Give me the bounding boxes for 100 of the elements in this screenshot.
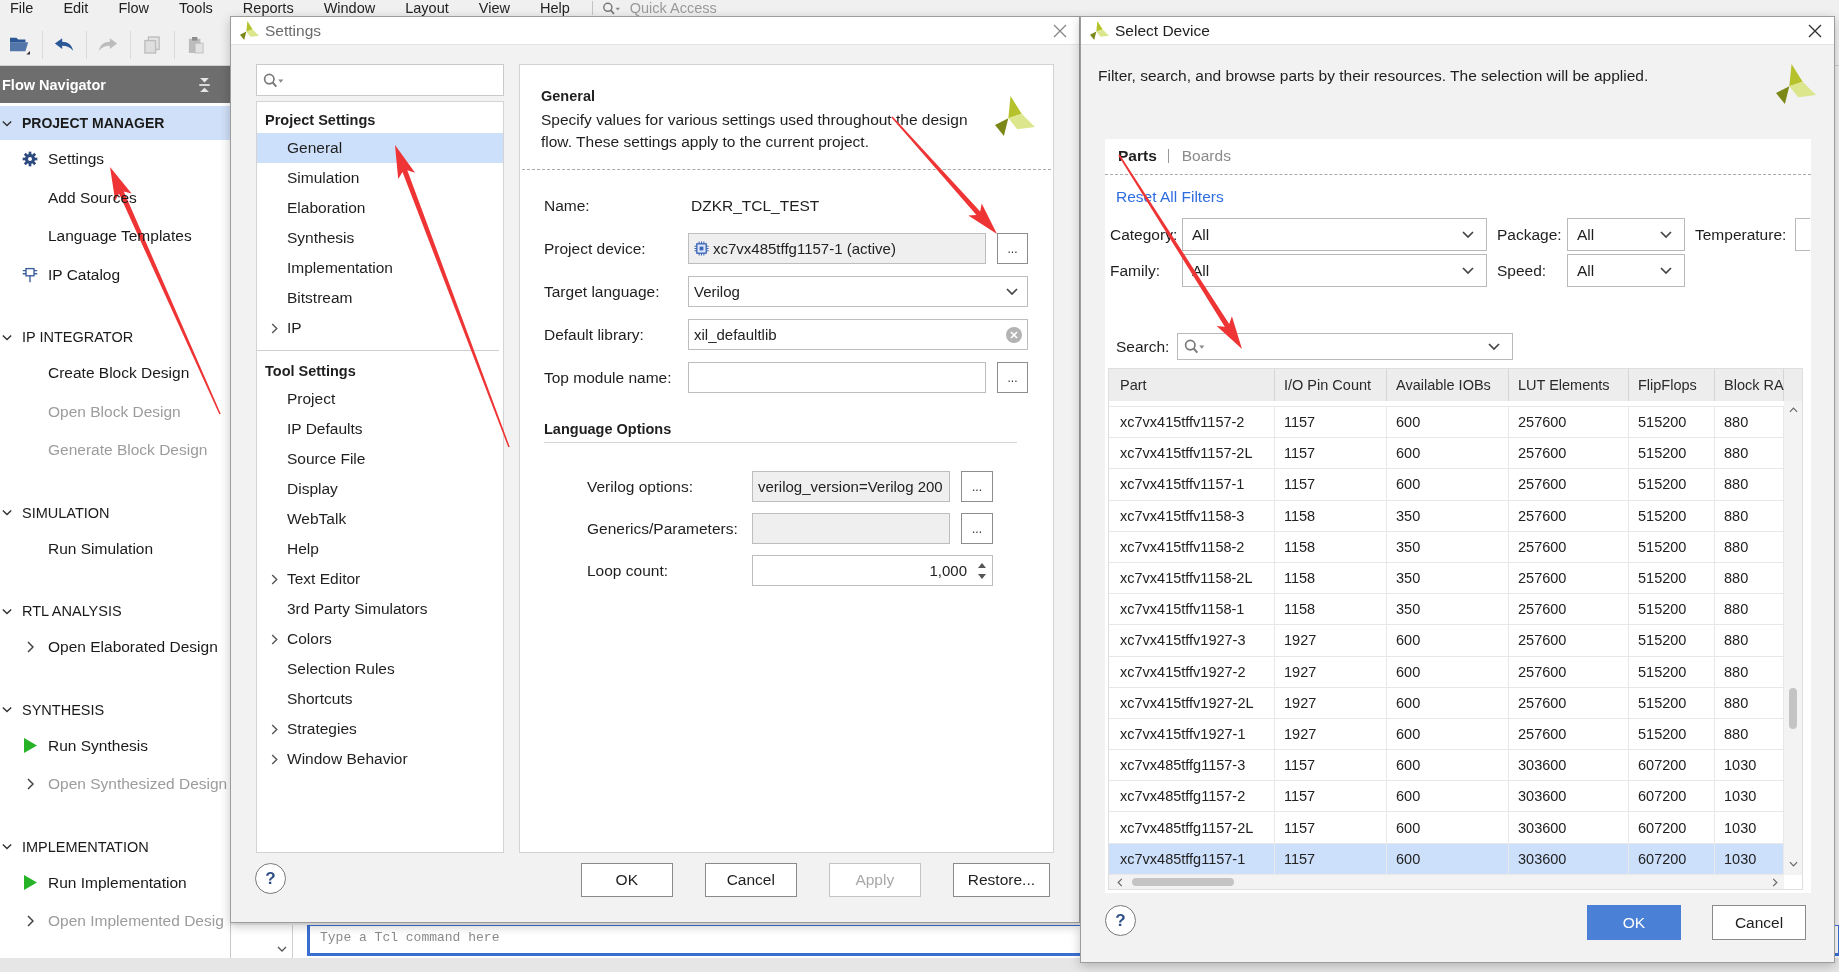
tree-item[interactable]: IP bbox=[257, 313, 503, 343]
clear-icon[interactable] bbox=[1006, 326, 1022, 343]
tree-item[interactable]: Colors bbox=[257, 624, 503, 654]
tree-item[interactable]: Text Editor bbox=[257, 564, 503, 594]
scroll-left-icon[interactable] bbox=[1117, 877, 1123, 887]
tree-item[interactable]: Help bbox=[257, 534, 503, 564]
menu-item[interactable]: Help bbox=[539, 0, 570, 16]
menu-item[interactable]: Layout bbox=[405, 0, 449, 16]
chevron-down-icon bbox=[1660, 267, 1672, 274]
undo-icon[interactable] bbox=[54, 37, 74, 52]
device-field[interactable]: xc7vx485tffg1157-1 (active) bbox=[688, 233, 986, 264]
text-field[interactable]: verilog_version=Verilog 200 bbox=[752, 471, 950, 502]
dropdown[interactable]: Verilog bbox=[688, 276, 1028, 307]
tree-item[interactable]: Selection Rules bbox=[257, 654, 503, 684]
tree-item[interactable]: Implementation bbox=[257, 253, 503, 283]
menu-item[interactable]: Window bbox=[323, 0, 376, 16]
search-field[interactable] bbox=[256, 64, 504, 96]
play-icon[interactable] bbox=[23, 875, 37, 891]
dropdown[interactable]: All bbox=[1182, 218, 1487, 251]
menu-item[interactable]: View bbox=[478, 0, 510, 16]
text-field[interactable] bbox=[688, 362, 986, 393]
table-row[interactable]: xc7vx485tffg1157-3 1157 600 303600 607200 1030 bbox=[1109, 750, 1784, 782]
tree-item[interactable]: General bbox=[257, 133, 503, 163]
menu-item[interactable]: Flow bbox=[118, 0, 149, 16]
nav-item[interactable]: Run Synthesis bbox=[0, 726, 230, 765]
scroll-up-icon[interactable] bbox=[1788, 407, 1798, 413]
tree-item[interactable]: Strategies bbox=[257, 714, 503, 744]
table-row[interactable]: xc7vx415tffv1157-2L 1157 600 257600 515200 880 bbox=[1109, 438, 1784, 470]
section-header[interactable]: RTL ANALYSIS bbox=[0, 594, 230, 628]
section-header[interactable]: IMPLEMENTATION bbox=[0, 829, 230, 864]
tree-item[interactable]: Display bbox=[257, 474, 503, 504]
section-header[interactable]: IP INTEGRATOR bbox=[0, 320, 230, 354]
nav-item[interactable]: Create Block Design bbox=[0, 354, 230, 393]
dropdown[interactable]: All bbox=[1567, 254, 1685, 287]
dialog-button[interactable]: OK bbox=[1587, 905, 1681, 940]
tree-item[interactable]: Source File bbox=[257, 444, 503, 474]
number-field[interactable]: 1,000 bbox=[752, 555, 993, 586]
vertical-scrollbar[interactable] bbox=[1784, 401, 1802, 875]
browse-button[interactable]: ... bbox=[961, 471, 993, 502]
close-icon[interactable] bbox=[1808, 23, 1822, 38]
browse-button[interactable]: ... bbox=[997, 233, 1028, 264]
table-row[interactable]: xc7vx415tffv1158-1 1158 350 257600 515200 880 bbox=[1109, 594, 1784, 626]
scroll-down-icon[interactable] bbox=[277, 946, 287, 952]
nav-item[interactable]: IP Catalog bbox=[0, 255, 230, 294]
browse-button[interactable]: ... bbox=[961, 513, 993, 544]
table-row[interactable]: xc7vx415tffv1157-2 1157 600 257600 515200 880 bbox=[1109, 407, 1784, 439]
text-field[interactable]: xil_defaultlib bbox=[688, 319, 1028, 350]
nav-item[interactable]: Run Implementation bbox=[0, 863, 230, 902]
table-row[interactable]: xc7vx415tffv1927-2L 1927 600 257600 515200 880 bbox=[1109, 687, 1784, 719]
table-row[interactable]: xc7vx485tffg1157-2 1157 600 303600 607200 1030 bbox=[1109, 781, 1784, 813]
tree-item[interactable]: Shortcuts bbox=[257, 684, 503, 714]
tree-item[interactable]: Simulation bbox=[257, 163, 503, 193]
nav-item[interactable]: Settings bbox=[0, 140, 230, 179]
dialog-button[interactable]: Restore... bbox=[952, 863, 1050, 897]
nav-item[interactable]: Run Simulation bbox=[0, 529, 230, 568]
table-row[interactable]: xc7vx415tffv1927-2 1927 600 257600 515200 880 bbox=[1109, 656, 1784, 688]
menu-item[interactable]: Tools bbox=[179, 0, 213, 16]
tree-item[interactable]: Bitstream bbox=[257, 283, 503, 313]
table-row[interactable]: xc7vx485tffg1157-2L 1157 600 303600 607200 1030 bbox=[1109, 812, 1784, 844]
scroll-down-icon[interactable] bbox=[1788, 861, 1798, 867]
scrollbar-thumb[interactable] bbox=[1789, 688, 1797, 729]
section-header[interactable]: PROJECT MANAGER bbox=[0, 106, 230, 140]
dropdown[interactable] bbox=[1795, 218, 1810, 251]
dropdown[interactable]: All bbox=[1567, 218, 1685, 251]
tree-item[interactable]: 3rd Party Simulators bbox=[257, 594, 503, 624]
dialog-button[interactable]: OK bbox=[580, 863, 673, 897]
collapse-all-icon[interactable] bbox=[199, 77, 210, 92]
horizontal-scrollbar[interactable] bbox=[1109, 875, 1784, 889]
dialog-button[interactable]: Cancel bbox=[704, 863, 797, 897]
tree-item[interactable]: Window Behavior bbox=[257, 744, 503, 774]
tree-item[interactable]: Elaboration bbox=[257, 193, 503, 223]
menu-item[interactable]: Edit bbox=[63, 0, 89, 16]
tree-item[interactable]: IP Defaults bbox=[257, 414, 503, 444]
table-row[interactable]: xc7vx415tffv1158-3 1158 350 257600 515200 880 bbox=[1109, 500, 1784, 532]
scrollbar-thumb[interactable] bbox=[1132, 878, 1234, 886]
scroll-right-icon[interactable] bbox=[1772, 877, 1778, 887]
table-row[interactable]: xc7vx415tffv1157-1 1157 600 257600 515200 880 bbox=[1109, 469, 1784, 501]
menu-item[interactable]: File bbox=[10, 0, 34, 16]
menu-item[interactable]: Reports bbox=[242, 0, 294, 16]
tree-item[interactable]: Synthesis bbox=[257, 223, 503, 253]
table-row[interactable]: xc7vx415tffv1927-3 1927 600 257600 515200 880 bbox=[1109, 625, 1784, 657]
tab[interactable]: Parts bbox=[1118, 147, 1157, 165]
table-row[interactable]: xc7vx415tffv1158-2 1158 350 257600 515200 880 bbox=[1109, 531, 1784, 563]
section-header[interactable]: SYNTHESIS bbox=[0, 692, 230, 727]
tree-item[interactable]: Project bbox=[257, 384, 503, 414]
table-row[interactable]: xc7vx485tffg1157-1 1157 600 303600 607200 1030 bbox=[1109, 843, 1784, 875]
play-icon[interactable] bbox=[23, 738, 37, 754]
help-button[interactable]: ? bbox=[255, 863, 286, 894]
nav-item[interactable]: Open Elaborated Design bbox=[0, 628, 230, 667]
section-header[interactable]: SIMULATION bbox=[0, 495, 230, 530]
quick-access-field[interactable]: Quick Access bbox=[629, 0, 724, 16]
dialog-button[interactable]: Cancel bbox=[1712, 905, 1806, 940]
search-field[interactable] bbox=[1177, 333, 1514, 360]
table-row[interactable]: xc7vx415tffv1158-2L 1158 350 257600 515200 880 bbox=[1109, 562, 1784, 595]
text-field[interactable] bbox=[752, 513, 950, 544]
table-row[interactable]: xc7vx415tffv1927-1 1927 600 257600 515200 880 bbox=[1109, 718, 1784, 751]
tab[interactable]: Boards bbox=[1181, 147, 1231, 165]
tree-item[interactable]: WebTalk bbox=[257, 504, 503, 534]
browse-button[interactable]: ... bbox=[997, 362, 1028, 393]
help-button[interactable]: ? bbox=[1105, 905, 1136, 936]
